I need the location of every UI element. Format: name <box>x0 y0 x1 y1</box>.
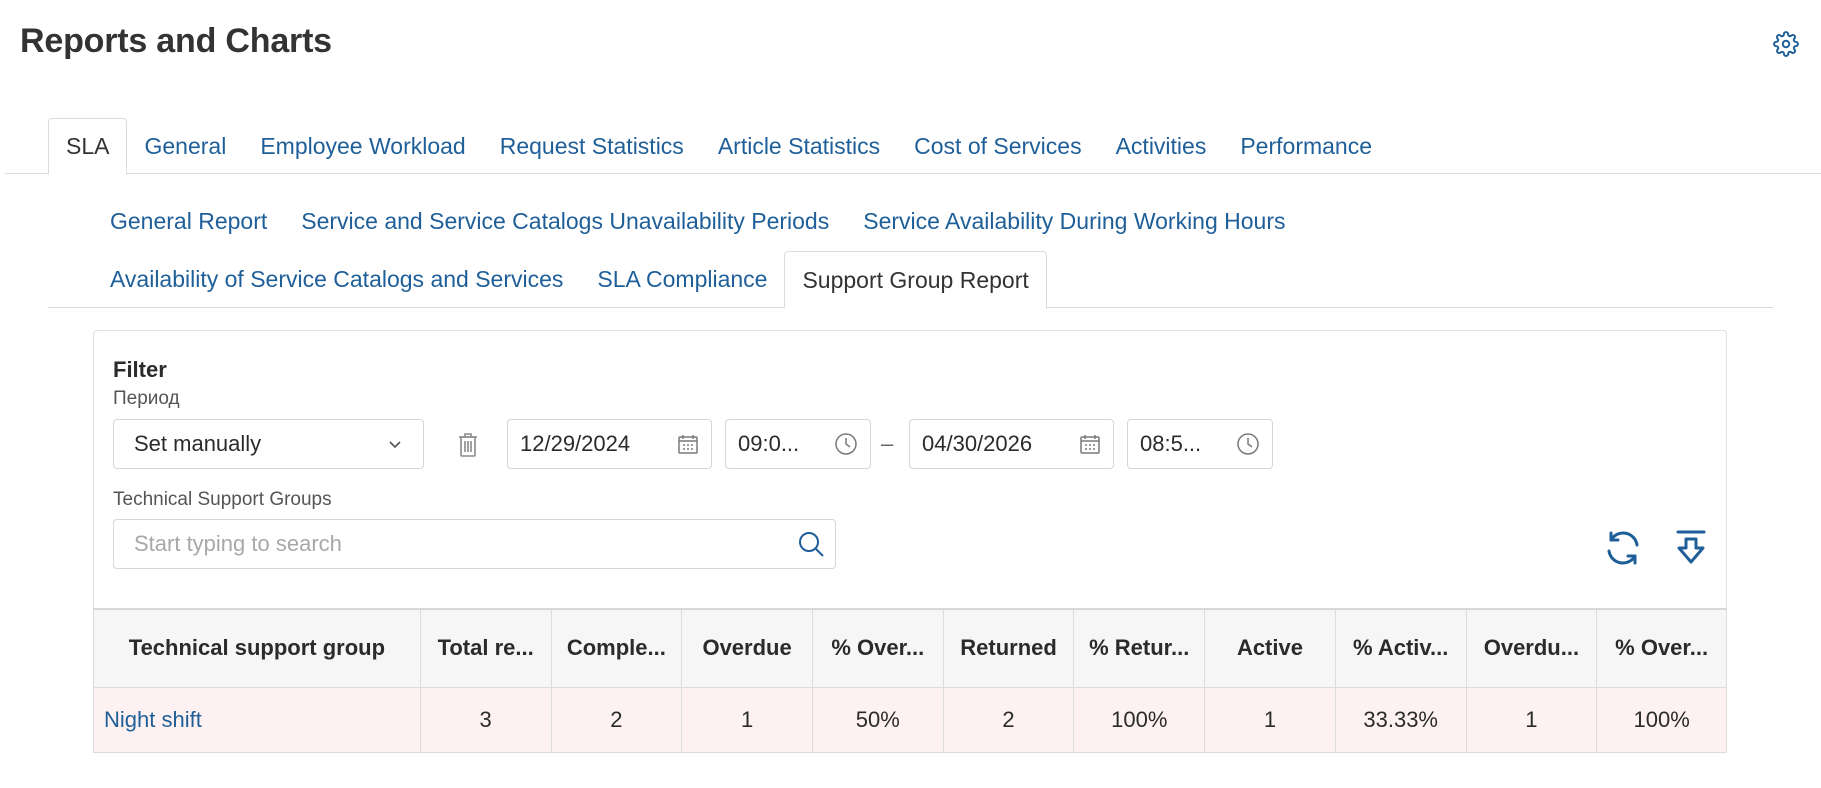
table-header-row: Technical support group Total re... Comp… <box>93 608 1727 688</box>
column-header[interactable]: % Over... <box>811 608 944 688</box>
subtab-availability-catalogs[interactable]: Availability of Service Catalogs and Ser… <box>93 251 580 308</box>
table-cell: 100% <box>1596 686 1727 753</box>
tab-employee-workload[interactable]: Employee Workload <box>243 118 482 174</box>
sub-tabs: General Report Service and Service Catal… <box>48 194 1773 309</box>
subtab-support-group-report[interactable]: Support Group Report <box>784 251 1047 309</box>
clock-icon[interactable] <box>834 432 858 456</box>
table-cell: 2 <box>942 686 1075 753</box>
date-range-separator: – <box>881 431 894 456</box>
table-cell: 50% <box>811 686 944 753</box>
table-cell: 3 <box>419 686 552 753</box>
calendar-icon[interactable] <box>1079 433 1101 455</box>
settings-button[interactable] <box>1770 28 1802 60</box>
refresh-icon <box>1607 531 1639 565</box>
tab-performance[interactable]: Performance <box>1223 118 1389 174</box>
report-table: Technical support group Total re... Comp… <box>93 608 1727 753</box>
calendar-icon[interactable] <box>677 433 699 455</box>
subtab-unavailability-periods[interactable]: Service and Service Catalogs Unavailabil… <box>284 194 846 249</box>
column-header[interactable]: % Activ... <box>1334 608 1467 688</box>
date-from-input[interactable] <box>520 431 677 457</box>
table-cell: 1 <box>681 686 813 753</box>
clock-icon[interactable] <box>1236 432 1260 456</box>
column-header[interactable]: Technical support group <box>93 608 421 688</box>
tab-activities[interactable]: Activities <box>1099 118 1224 174</box>
column-header[interactable]: Comple... <box>550 608 683 688</box>
date-from-field[interactable] <box>507 419 712 469</box>
support-groups-search-input[interactable] <box>134 531 797 557</box>
column-header[interactable]: Active <box>1204 608 1336 688</box>
time-to-field[interactable] <box>1127 419 1273 469</box>
table-cell: 100% <box>1073 686 1206 753</box>
refresh-button[interactable] <box>1602 527 1644 569</box>
time-from-input[interactable] <box>738 431 834 457</box>
time-to-input[interactable] <box>1140 431 1236 457</box>
date-to-field[interactable] <box>909 419 1114 469</box>
trash-icon <box>459 433 477 457</box>
page-title: Reports and Charts <box>20 22 332 60</box>
tab-article-statistics[interactable]: Article Statistics <box>701 118 897 174</box>
tab-cost-of-services[interactable]: Cost of Services <box>897 118 1098 174</box>
column-header[interactable]: % Retur... <box>1073 608 1206 688</box>
column-header[interactable]: Overdu... <box>1465 608 1598 688</box>
column-header[interactable]: Total re... <box>419 608 552 688</box>
filter-panel: Filter Период Set manually – Tech <box>93 330 1727 609</box>
search-icon[interactable] <box>797 530 825 558</box>
table-row: Night shift 3 2 1 50% 2 100% 1 33.33% 1 … <box>93 686 1727 753</box>
period-label: Период <box>113 388 180 409</box>
subtab-availability-working-hours[interactable]: Service Availability During Working Hour… <box>846 194 1302 249</box>
column-header[interactable]: Overdue <box>681 608 813 688</box>
column-header[interactable]: % Over... <box>1596 608 1727 688</box>
download-icon <box>1676 530 1706 564</box>
tab-general[interactable]: General <box>127 118 243 174</box>
filter-title: Filter <box>113 357 167 382</box>
tab-request-statistics[interactable]: Request Statistics <box>483 118 701 174</box>
subtab-general-report[interactable]: General Report <box>93 194 284 249</box>
sub-tabs-row-2: Availability of Service Catalogs and Ser… <box>93 251 1047 309</box>
group-link[interactable]: Night shift <box>93 686 421 753</box>
gear-icon <box>1773 31 1799 57</box>
support-groups-search[interactable] <box>113 519 836 569</box>
table-cell: 33.33% <box>1334 686 1467 753</box>
table-cell: 1 <box>1465 686 1598 753</box>
main-tabs: SLA General Employee Workload Request St… <box>5 118 1821 175</box>
tab-sla[interactable]: SLA <box>48 118 128 175</box>
table-cell: 1 <box>1204 686 1336 753</box>
table-cell: 2 <box>550 686 683 753</box>
clear-period-button[interactable] <box>452 428 484 462</box>
subtab-sla-compliance[interactable]: SLA Compliance <box>580 251 784 308</box>
chevron-down-icon <box>389 441 401 449</box>
sub-tabs-row-1: General Report Service and Service Catal… <box>93 194 1303 249</box>
period-select[interactable]: Set manually <box>113 419 424 469</box>
export-button[interactable] <box>1672 527 1710 569</box>
support-groups-label: Technical Support Groups <box>113 489 332 510</box>
period-select-value: Set manually <box>134 431 262 456</box>
time-from-field[interactable] <box>725 419 871 469</box>
date-to-input[interactable] <box>922 431 1079 457</box>
column-header[interactable]: Returned <box>942 608 1075 688</box>
